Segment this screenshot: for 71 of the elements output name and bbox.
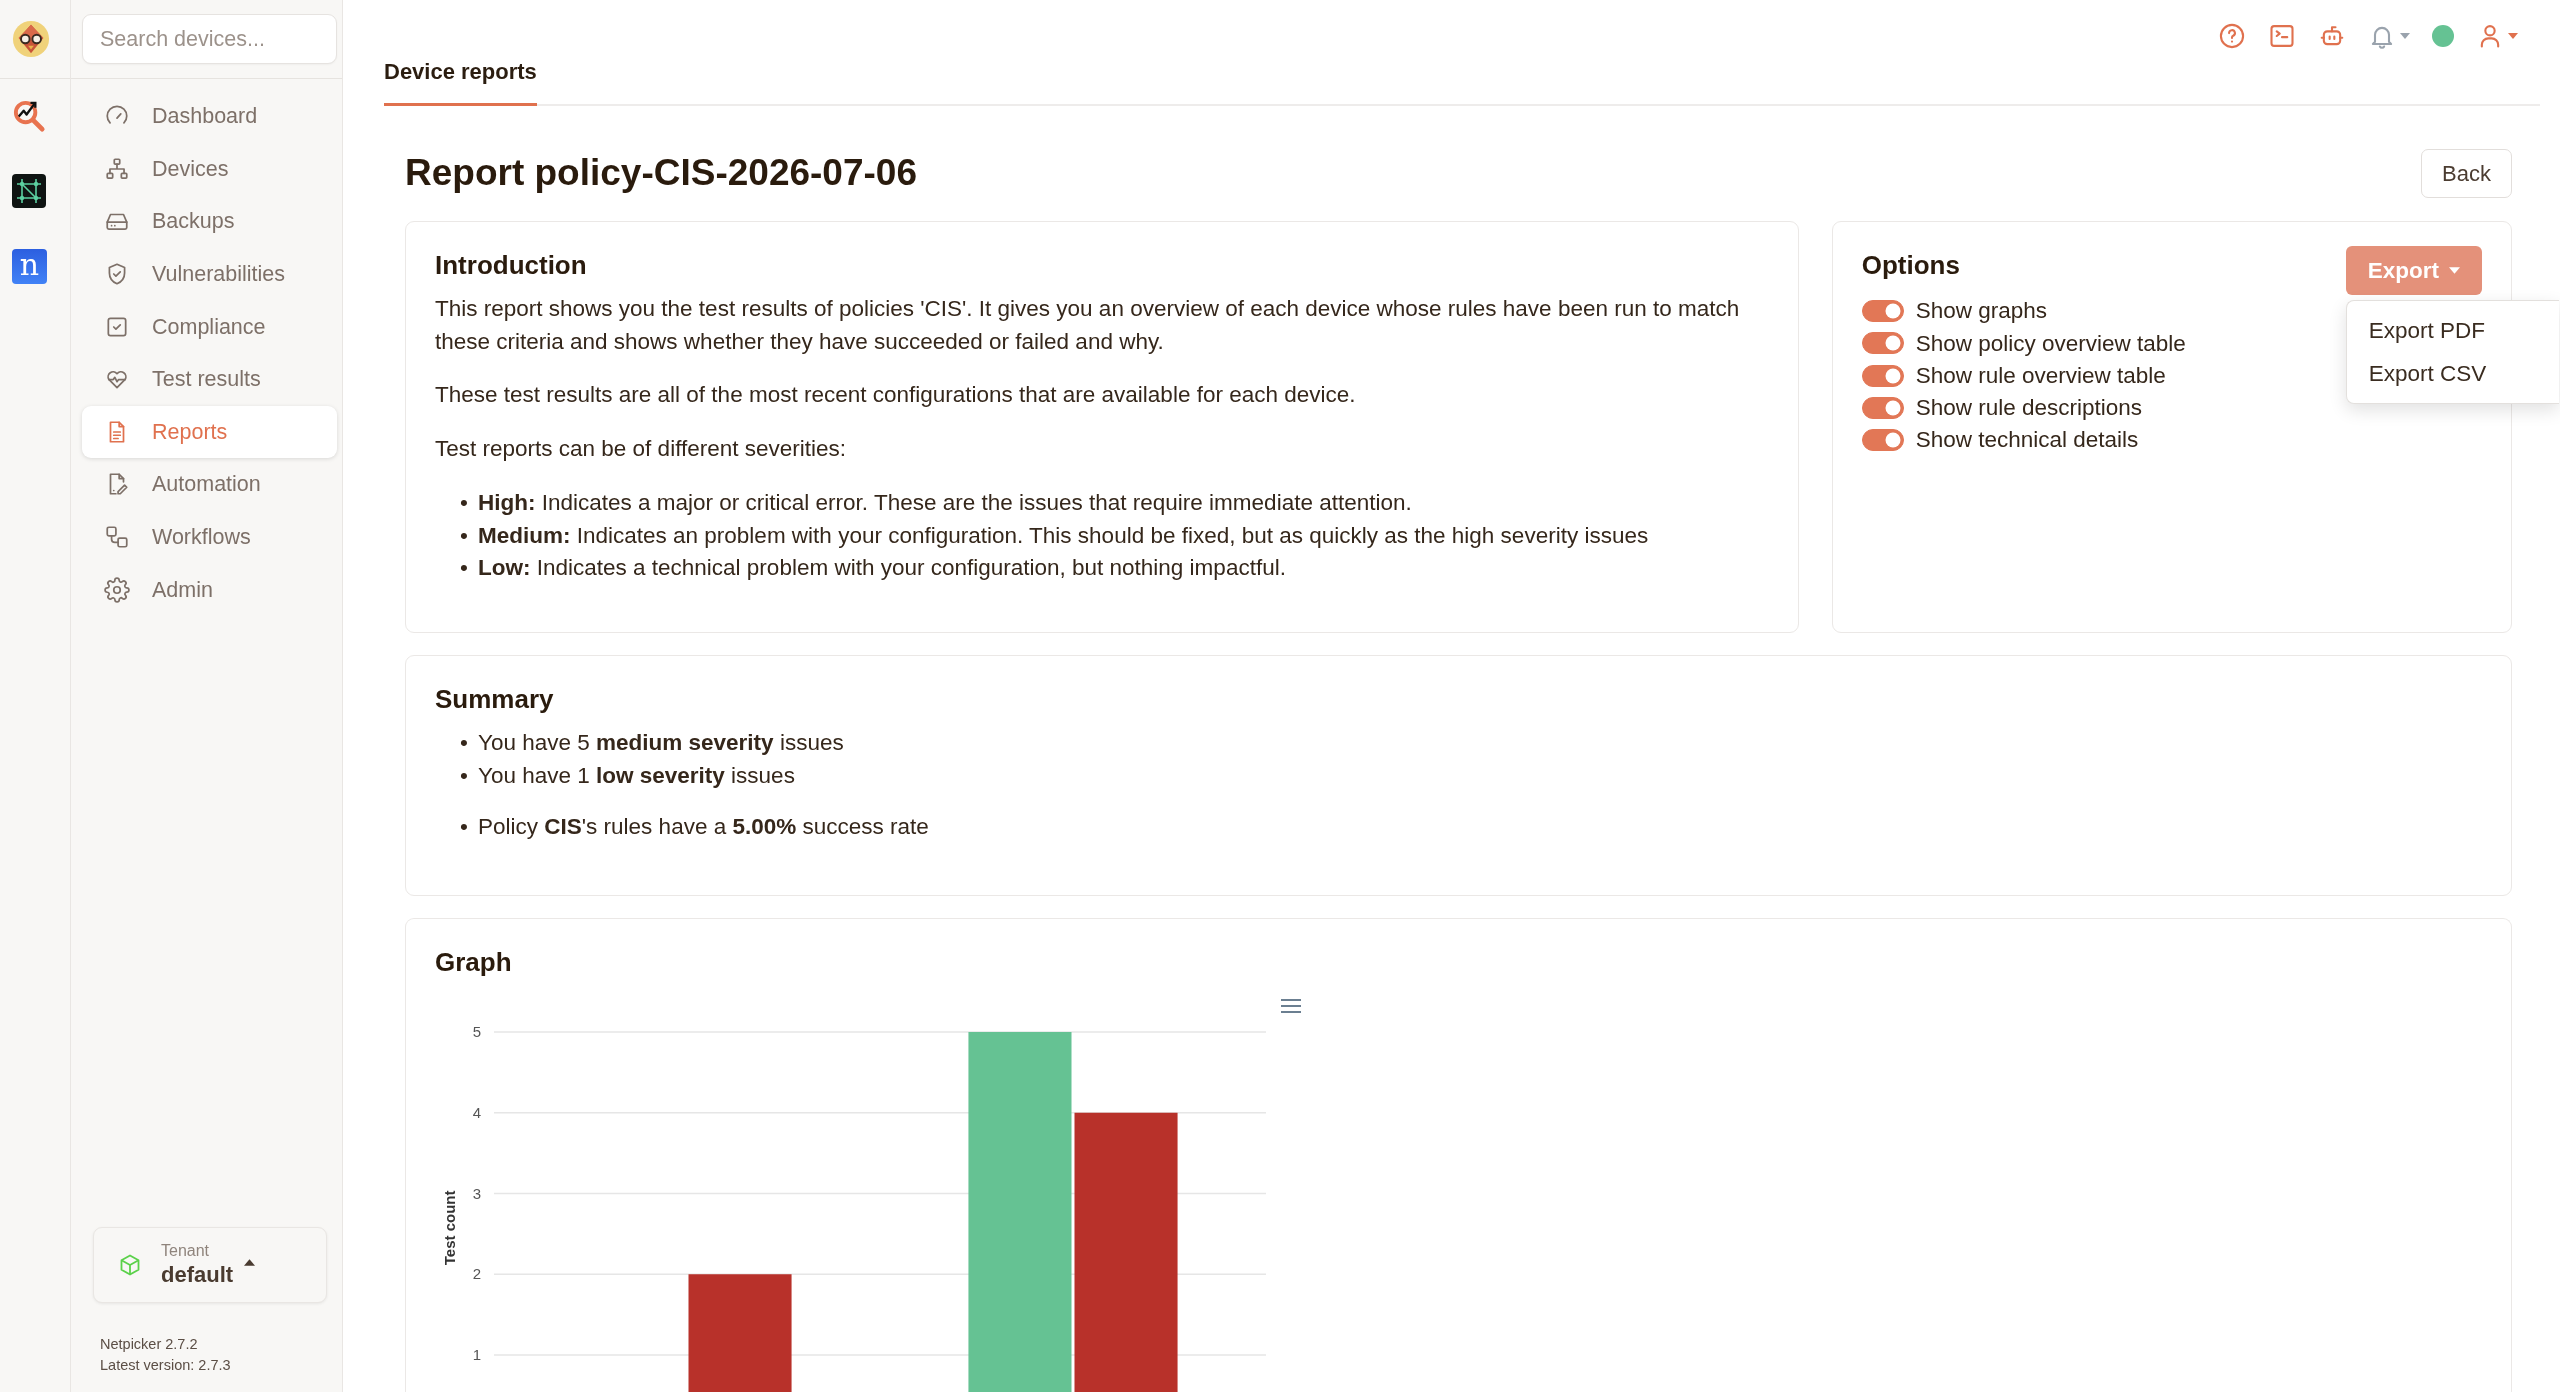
caret-icon[interactable] [2508, 33, 2518, 39]
toggle-label: Show rule descriptions [1915, 394, 2143, 423]
sidebar-item[interactable]: Vulnerabilities [82, 247, 337, 301]
gear-icon [104, 576, 130, 603]
section-heading: Options [1861, 249, 1960, 282]
terminal-icon[interactable] [2268, 22, 2296, 50]
toggle-label: Show rule overview table [1915, 361, 2166, 390]
menu-icon[interactable] [1281, 999, 1301, 1013]
list-item: High: Indicates a major or critical error. These are the issues that require immediate attention. [478, 488, 1412, 517]
menu-item[interactable]: Export CSV [2346, 352, 2559, 395]
axis-tick-label: 4 [472, 1103, 481, 1121]
sidebar-item[interactable]: Compliance [82, 300, 337, 353]
sidebar-item[interactable]: Test results [82, 352, 337, 406]
sidebar-item[interactable]: Reports [82, 405, 337, 459]
network-graph-icon[interactable] [12, 174, 46, 208]
list-item: Policy CIS's rules have a 5.00% success rate [478, 813, 929, 842]
paragraph: Test reports can be of different severities: [435, 435, 848, 464]
tenant-selector[interactable]: Tenant default [93, 1227, 327, 1303]
chart-search-icon[interactable] [12, 98, 47, 133]
sidebar-item[interactable]: Workflows [82, 510, 337, 564]
list-item: Medium: Indicates an problem with your configuration. This should be fixed, but as quickly as the high severity issues [478, 521, 1649, 550]
axis-title: Test count [441, 1190, 458, 1266]
status-dot-icon [2432, 25, 2454, 47]
bird-logo-icon[interactable] [12, 20, 50, 58]
list-bullet: • [460, 761, 469, 790]
section-heading: Graph [435, 946, 513, 979]
search-field[interactable]: Search devices... [82, 14, 337, 64]
toggle-label: Show graphs [1915, 297, 2047, 326]
page-title: Report policy-CIS-2026-07-06 [405, 151, 917, 196]
axis-tick-label: 5 [472, 1023, 481, 1040]
list-bullet: • [460, 813, 469, 842]
list-item: You have 5 medium severity issues [478, 729, 844, 757]
list-bullet: • [460, 521, 469, 550]
back-button[interactable]: Back [2421, 149, 2512, 198]
cube-icon [118, 1253, 142, 1277]
list-bullet: • [460, 729, 469, 757]
sidebar-item[interactable]: Backups [82, 195, 337, 248]
caret-icon [2449, 267, 2460, 274]
toggle-switch[interactable] [1861, 332, 1904, 355]
sitemap-icon [104, 155, 130, 182]
toggle-switch[interactable] [1861, 397, 1904, 420]
tab[interactable]: Device reports [384, 50, 537, 106]
axis-tick-label: 2 [472, 1265, 481, 1283]
version-text: Netpicker 2.7.2 [100, 1335, 199, 1354]
list-item: You have 1 low severity issues [478, 761, 795, 790]
toggle-label: Show technical details [1915, 426, 2139, 455]
menu-item[interactable]: Export PDF [2346, 309, 2559, 352]
caret-icon[interactable] [2400, 33, 2410, 39]
letter-logo[interactable]: n [12, 249, 47, 284]
section-heading: Summary [435, 683, 555, 716]
sidebar-item[interactable]: Automation [82, 458, 337, 511]
sidebar-item[interactable]: Devices [82, 142, 337, 196]
paragraph: This report shows you the test results of policies 'CIS'. It gives you an overview of each device whose rules have been run to match these criteria and shows whether they have succeeded or failed and why. [435, 295, 1741, 356]
sidebar-item[interactable]: Admin [82, 563, 337, 616]
help-icon[interactable] [2218, 22, 2246, 50]
version-text: Latest version: 2.7.3 [100, 1356, 232, 1375]
list-bullet: • [460, 554, 469, 583]
paragraph: These test results are all of the most recent configurations that are available for each device. [435, 381, 1357, 410]
section-heading: Introduction [435, 249, 588, 282]
workflow-icon [104, 524, 130, 551]
export-button[interactable]: Export [2345, 246, 2482, 295]
toggle-switch[interactable] [1861, 300, 1904, 323]
toggle-switch[interactable] [1861, 364, 1904, 387]
toggle-switch[interactable] [1861, 429, 1904, 452]
toggle-label: Show policy overview table [1915, 329, 2186, 358]
caret-icon [244, 1258, 256, 1266]
axis-tick-label: 1 [472, 1346, 481, 1363]
sidebar-item[interactable]: Dashboard [82, 90, 337, 143]
list-bullet: • [460, 488, 469, 517]
list-item: Low: Indicates a technical problem with your configuration, but nothing impactful. [478, 554, 1286, 583]
axis-tick-label: 3 [472, 1184, 481, 1202]
